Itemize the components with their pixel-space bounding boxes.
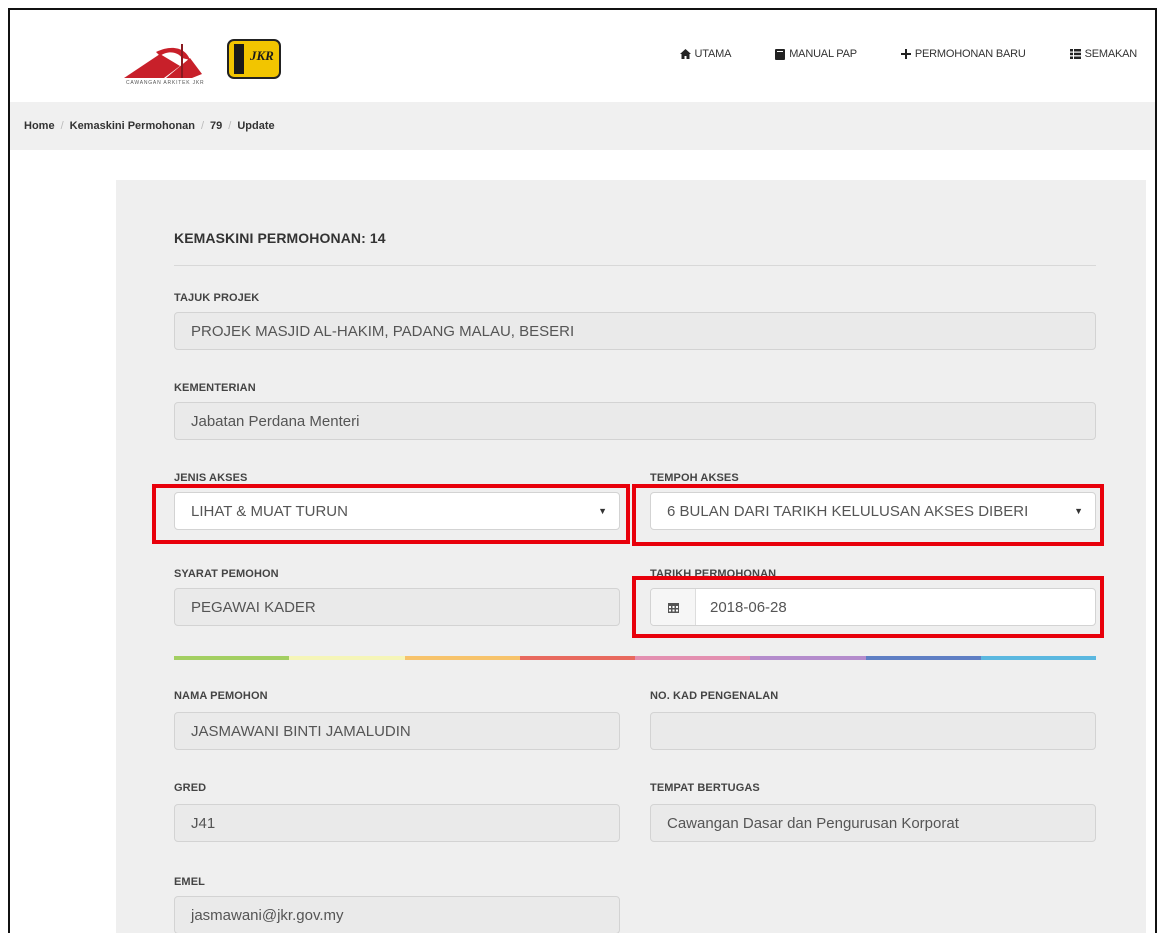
jenis-akses-label: JENIS AKSES <box>174 472 248 484</box>
home-icon <box>679 49 691 59</box>
nav-permohonan-label: PERMOHONAN BARU <box>914 48 1026 60</box>
kementerian-label: KEMENTERIAN <box>174 382 256 394</box>
form-panel: KEMASKINI PERMOHONAN: 14 TAJUK PROJEK PR… <box>116 180 1146 933</box>
site-logo[interactable]: JKR CAWANGAN ARKITEK JKR <box>120 34 290 90</box>
tajuk-projek-label: TAJUK PROJEK <box>174 292 260 304</box>
breadcrumb-separator: / <box>60 120 64 132</box>
nav-semakan[interactable]: SEMAKAN <box>1069 48 1138 60</box>
no-kad-pengenalan-field[interactable] <box>650 712 1096 750</box>
breadcrumb-separator: / <box>200 120 205 132</box>
highlight-tarikh-permohonan <box>632 576 1104 638</box>
nav-manual-pap[interactable]: MANUAL PAP <box>775 48 857 60</box>
tajuk-projek-field[interactable]: PROJEK MASJID AL-HAKIM, PADANG MALAU, BE… <box>174 312 1096 350</box>
highlight-tempoh-akses <box>632 484 1104 546</box>
rainbow-segment <box>635 656 751 660</box>
highlight-jenis-akses <box>152 484 630 544</box>
breadcrumb-current: Update <box>237 120 275 132</box>
logo-badge-text: JKR <box>250 48 274 63</box>
book-icon <box>775 48 786 60</box>
nav-permohonan-baru[interactable]: PERMOHONAN BARU <box>900 48 1026 60</box>
rainbow-segment <box>865 656 981 660</box>
nav-manual-label: MANUAL PAP <box>789 48 857 60</box>
tempat-bertugas-label: TEMPAT BERTUGAS <box>650 782 760 794</box>
breadcrumb-id[interactable]: 79 <box>210 120 222 132</box>
rainbow-segment <box>980 656 1096 660</box>
emel-label: EMEL <box>174 876 205 888</box>
nama-pemohon-field[interactable]: JASMAWANI BINTI JAMALUDIN <box>174 712 620 750</box>
main-nav: UTAMA MANUAL PAP PERMOHONAN BARU SEMAKAN <box>679 48 1138 60</box>
nav-semakan-label: SEMAKAN <box>1084 48 1138 60</box>
tempat-bertugas-field[interactable]: Cawangan Dasar dan Pengurusan Korporat <box>650 804 1096 842</box>
emel-field[interactable]: jasmawani@jkr.gov.my <box>174 896 620 933</box>
syarat-pemohon-value: PEGAWAI KADER <box>191 598 316 616</box>
gred-label: GRED <box>174 782 207 794</box>
nav-utama-label: UTAMA <box>694 48 732 60</box>
breadcrumb-bar: Home / Kemaskini Permohonan / 79 / Updat… <box>10 102 1155 150</box>
rainbow-segment <box>519 656 635 660</box>
emel-value: jasmawani@jkr.gov.my <box>191 906 344 924</box>
rainbow-segment <box>750 656 866 660</box>
rainbow-segment <box>404 656 520 660</box>
tajuk-projek-value: PROJEK MASJID AL-HAKIM, PADANG MALAU, BE… <box>191 322 575 340</box>
syarat-pemohon-field[interactable]: PEGAWAI KADER <box>174 588 620 626</box>
list-icon <box>1069 49 1081 59</box>
breadcrumb-separator: / <box>228 120 232 132</box>
title-divider <box>174 265 1096 266</box>
logo-caption: CAWANGAN ARKITEK JKR <box>126 80 205 86</box>
gred-value: J41 <box>191 814 216 832</box>
kementerian-field[interactable]: Jabatan Perdana Menteri <box>174 402 1096 440</box>
no-kad-pengenalan-label: NO. KAD PENGENALAN <box>650 690 779 702</box>
rainbow-segment <box>289 656 405 660</box>
breadcrumb-home[interactable]: Home <box>24 120 55 132</box>
tempat-bertugas-value: Cawangan Dasar dan Pengurusan Korporat <box>667 814 959 832</box>
gred-field[interactable]: J41 <box>174 804 620 842</box>
breadcrumb-kemaskini[interactable]: Kemaskini Permohonan <box>70 120 195 132</box>
nama-pemohon-value: JASMAWANI BINTI JAMALUDIN <box>191 722 411 740</box>
kementerian-value: Jabatan Perdana Menteri <box>191 412 360 430</box>
rainbow-segment <box>174 656 290 660</box>
nama-pemohon-label: NAMA PEMOHON <box>174 690 268 702</box>
browser-frame: JKR CAWANGAN ARKITEK JKR UTAMA MANUAL PA… <box>8 8 1157 933</box>
nav-utama[interactable]: UTAMA <box>679 48 732 60</box>
breadcrumb: Home / Kemaskini Permohonan / 79 / Updat… <box>24 120 275 132</box>
page-title: KEMASKINI PERMOHONAN: 14 <box>174 230 386 246</box>
tempoh-akses-label: TEMPOH AKSES <box>650 472 739 484</box>
syarat-pemohon-label: SYARAT PEMOHON <box>174 568 279 580</box>
top-navbar: JKR CAWANGAN ARKITEK JKR UTAMA MANUAL PA… <box>10 10 1155 102</box>
plus-icon <box>900 49 911 59</box>
rainbow-divider <box>174 656 1096 660</box>
